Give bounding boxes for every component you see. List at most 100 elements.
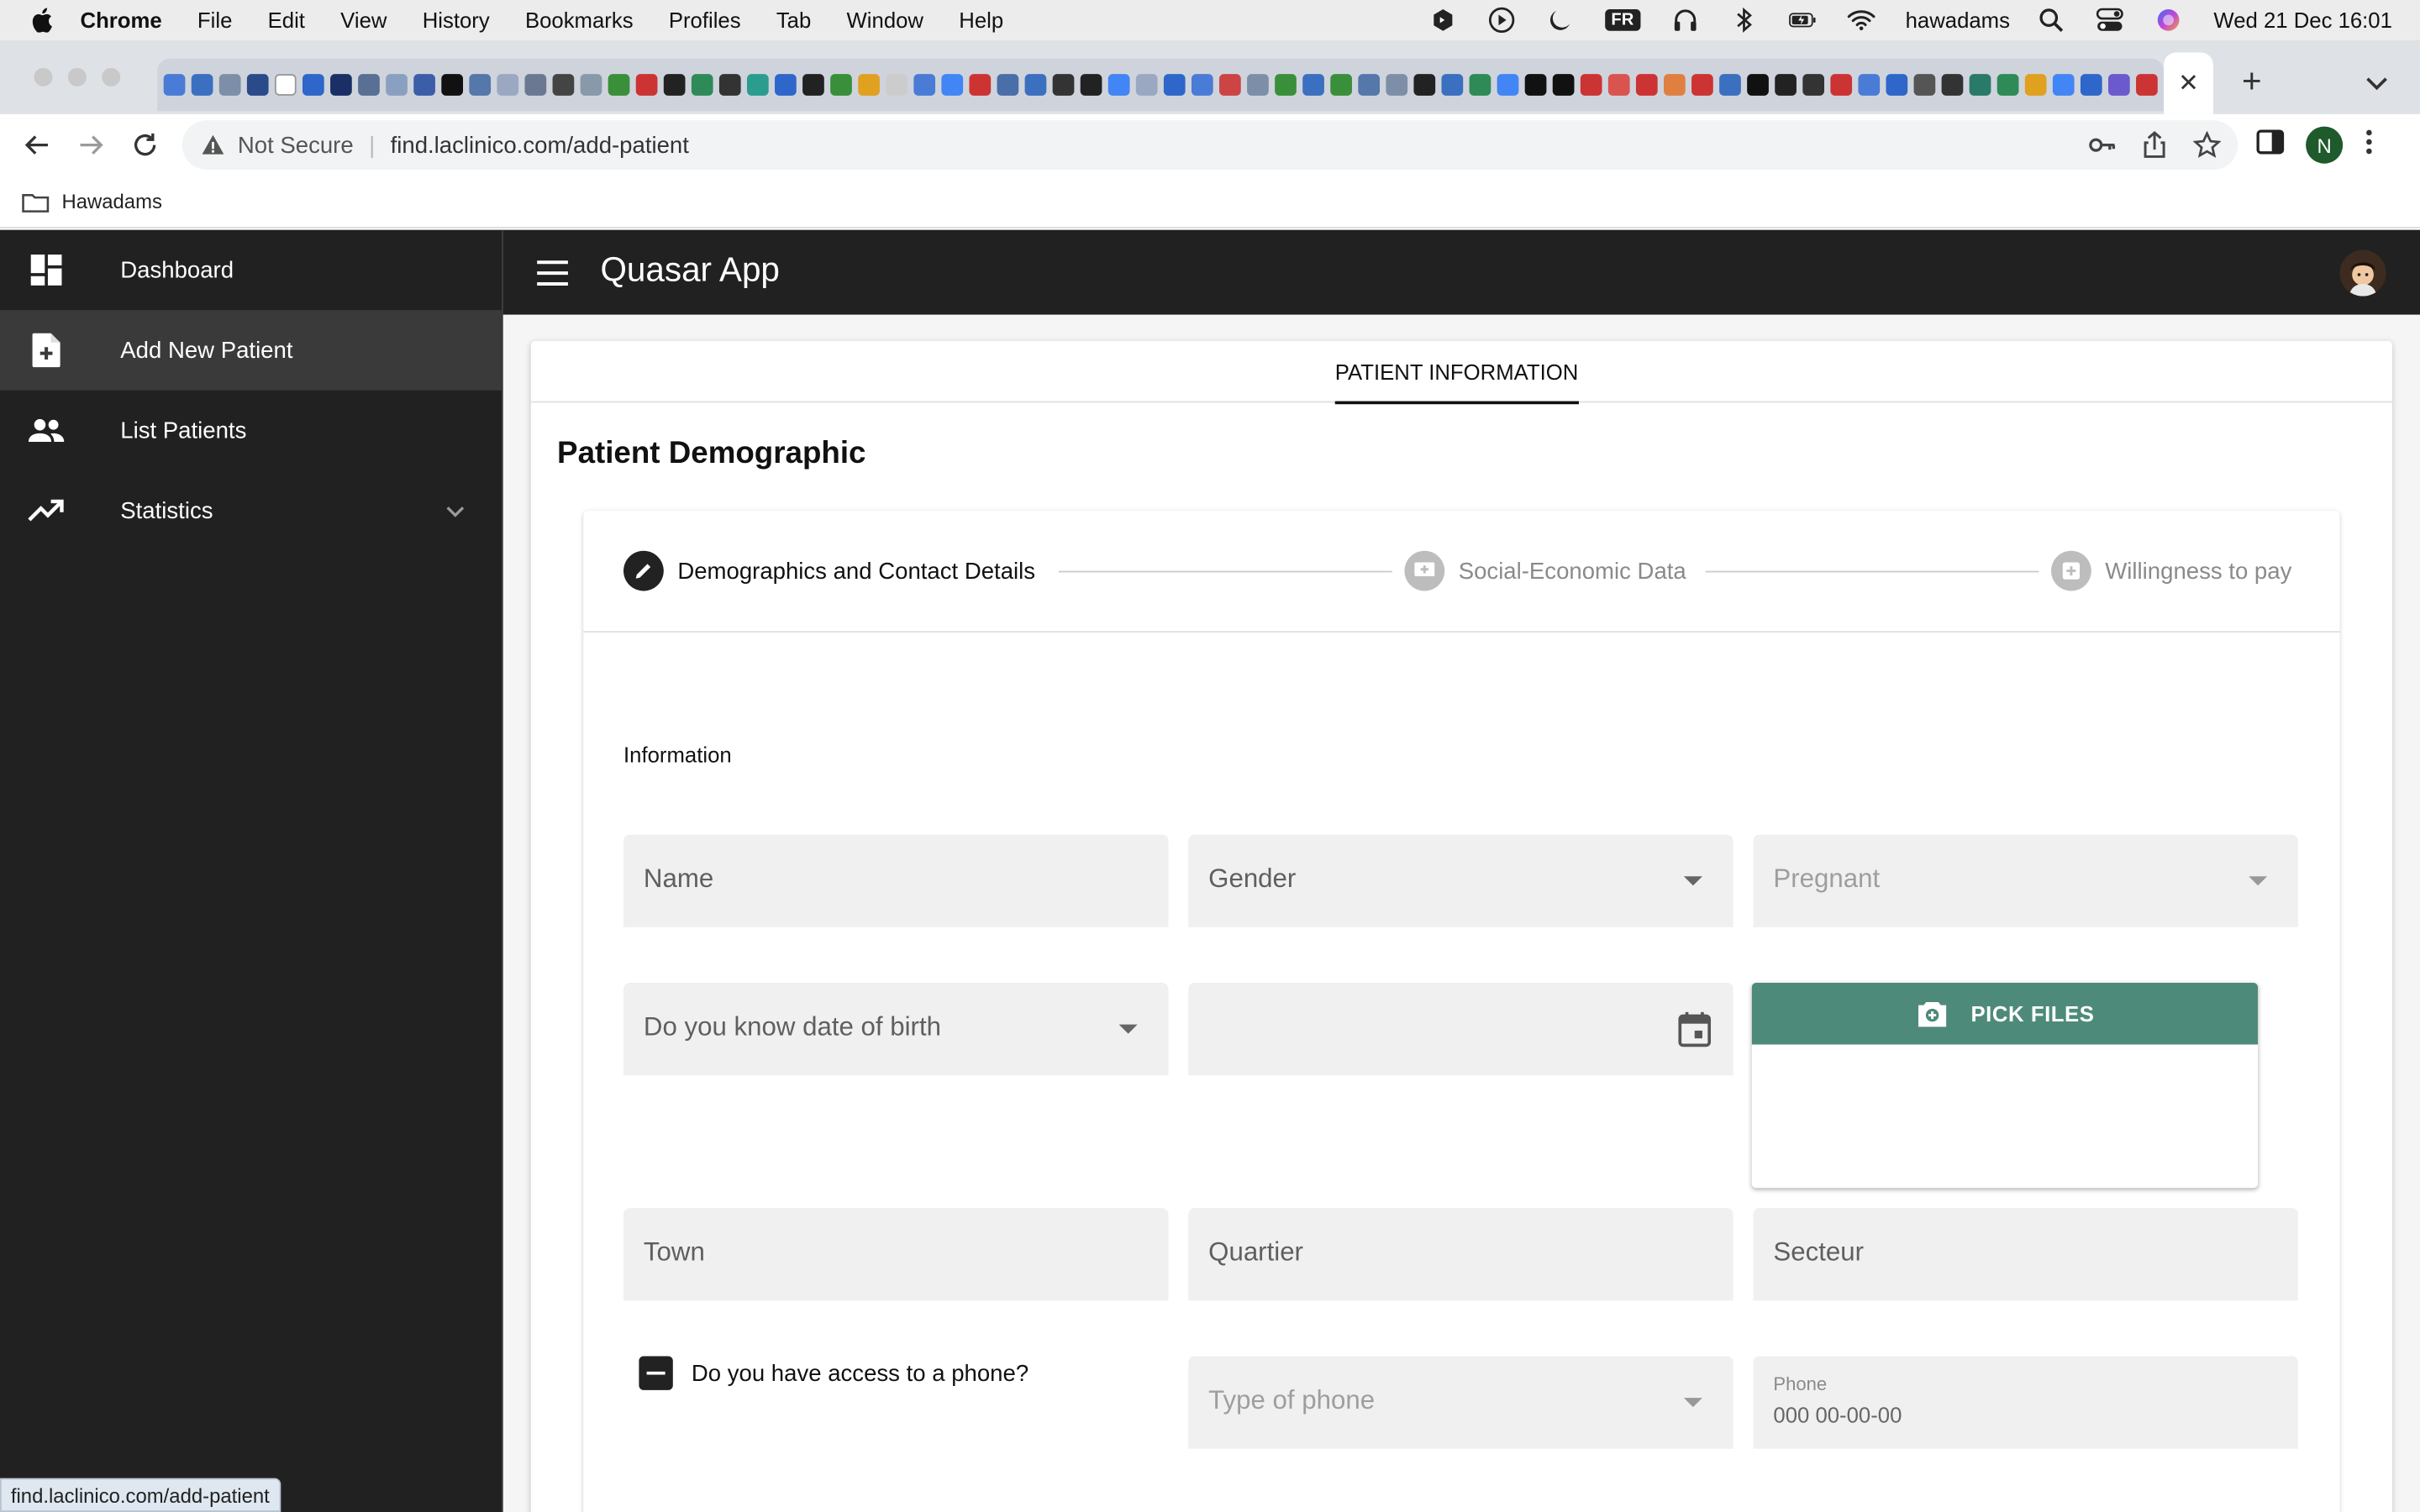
tab-favicon-icon[interactable] (2107, 74, 2130, 96)
date-of-birth-field[interactable] (1188, 983, 1733, 1076)
tab-favicon-icon[interactable] (1524, 74, 1547, 96)
tab-favicon-icon[interactable] (580, 74, 602, 96)
phone-access-checkbox[interactable]: Do you have access to a phone? (639, 1356, 1028, 1390)
tab-patient-information[interactable]: PATIENT INFORMATION (1334, 341, 1579, 405)
tab-favicon-icon[interactable] (1302, 74, 1324, 96)
tab-favicon-icon[interactable] (941, 74, 964, 96)
sidebar-item-statistics[interactable]: Statistics (0, 470, 502, 551)
tab-favicon-icon[interactable] (746, 74, 769, 96)
tab-favicon-icon[interactable] (386, 74, 408, 96)
tab-favicon-icon[interactable] (1163, 74, 1186, 96)
siri-icon[interactable] (2155, 6, 2183, 34)
tab-favicon-icon[interactable] (1941, 74, 1964, 96)
menu-edit[interactable]: Edit (268, 8, 305, 32)
tab-favicon-icon[interactable] (1607, 74, 1630, 96)
town-field[interactable]: Town (623, 1208, 1169, 1301)
tab-favicon-icon[interactable] (691, 74, 713, 96)
phone-field[interactable]: Phone 000 00-00-00 (1753, 1356, 2298, 1449)
sidebar-item-add-new-patient[interactable]: Add New Patient (0, 310, 502, 391)
know-date-of-birth-select[interactable]: Do you know date of birth (623, 983, 1169, 1076)
tab-favicon-icon[interactable] (1969, 74, 1991, 96)
tab-favicon-icon[interactable] (858, 74, 880, 96)
tab-favicon-icon[interactable] (1247, 74, 1269, 96)
tab-favicon-icon[interactable] (1080, 74, 1102, 96)
tab-favicon-icon[interactable] (413, 74, 435, 96)
apple-logo-icon[interactable] (31, 8, 53, 33)
sidebar-item-dashboard[interactable]: Dashboard (0, 230, 502, 311)
tab-favicon-icon[interactable] (358, 74, 380, 96)
tab-favicon-icon[interactable] (1996, 74, 2019, 96)
close-window-button[interactable] (34, 67, 53, 87)
type-of-phone-select[interactable]: Type of phone (1188, 1356, 1733, 1449)
moon-icon[interactable] (1546, 6, 1574, 34)
step-social-economic[interactable]: Social-Economic Data (1404, 550, 1686, 591)
step-willingness-to-pay[interactable]: Willingness to pay (2051, 550, 2291, 591)
tab-favicon-icon[interactable] (1719, 74, 1741, 96)
tab-favicon-icon[interactable] (2052, 74, 2075, 96)
indeterminate-checkbox-icon[interactable] (639, 1356, 673, 1390)
tab-favicon-icon[interactable] (2024, 74, 2047, 96)
tab-favicon-icon[interactable] (1691, 74, 1713, 96)
forward-button[interactable] (72, 127, 109, 164)
kebab-menu-icon[interactable] (2365, 128, 2374, 163)
close-tab-icon[interactable]: ✕ (2178, 68, 2199, 99)
tab-favicon-icon[interactable] (1107, 74, 1130, 96)
menu-profiles[interactable]: Profiles (669, 8, 741, 32)
active-tab[interactable]: ✕ (2164, 52, 2213, 114)
reload-button[interactable] (127, 127, 164, 164)
url-text[interactable]: find.laclinico.com/add-patient (391, 132, 689, 158)
tab-favicon-icon[interactable] (497, 74, 519, 96)
tab-favicon-icon[interactable] (1775, 74, 1797, 96)
sidebar-item-list-patients[interactable]: List Patients (0, 391, 502, 471)
side-panel-icon[interactable] (2256, 129, 2285, 161)
back-button[interactable] (18, 127, 55, 164)
tab-favicon-icon[interactable] (1413, 74, 1436, 96)
gender-select[interactable]: Gender (1188, 834, 1733, 927)
menu-history[interactable]: History (423, 8, 490, 32)
pick-files-button[interactable]: PICK FILES (1751, 983, 2259, 1045)
spotlight-search-icon[interactable] (2038, 6, 2065, 34)
bookmark-star-icon[interactable] (2191, 129, 2223, 160)
tab-favicon-icon[interactable] (218, 74, 241, 96)
tab-favicon-icon[interactable] (1386, 74, 1408, 96)
tab-favicon-icon[interactable] (1664, 74, 1686, 96)
tab-favicon-icon[interactable] (608, 74, 630, 96)
tab-favicon-icon[interactable] (1580, 74, 1602, 96)
tab-favicon-icon[interactable] (1275, 74, 1297, 96)
tab-favicon-icon[interactable] (1802, 74, 1825, 96)
bluetooth-icon[interactable] (1729, 6, 1757, 34)
tab-favicon-icon[interactable] (524, 74, 547, 96)
hamburger-menu-icon[interactable] (534, 255, 571, 291)
menu-app-name[interactable]: Chrome (81, 8, 162, 32)
tab-favicon-icon[interactable] (997, 74, 1019, 96)
tab-favicon-icon[interactable] (1913, 74, 1936, 96)
tab-favicon-icon[interactable] (274, 74, 297, 96)
wifi-icon[interactable] (1846, 6, 1875, 34)
tab-favicon-icon[interactable] (663, 74, 686, 96)
tab-favicon-icon[interactable] (1497, 74, 1519, 96)
security-label[interactable]: Not Secure (238, 132, 354, 158)
tab-favicon-icon[interactable] (1635, 74, 1658, 96)
tab-favicon-icon[interactable] (775, 74, 797, 96)
tab-favicon-icon[interactable] (1135, 74, 1158, 96)
tab-search-button[interactable] (2359, 65, 2396, 102)
password-key-icon[interactable] (2086, 129, 2118, 160)
calendar-icon[interactable] (1678, 1011, 1712, 1047)
share-icon[interactable] (2139, 129, 2170, 160)
tab-favicon-icon[interactable] (718, 74, 741, 96)
menu-help[interactable]: Help (959, 8, 1003, 32)
tab-favicon-icon[interactable] (913, 74, 936, 96)
tab-favicon-icon[interactable] (1552, 74, 1575, 96)
tab-favicon-icon[interactable] (246, 74, 269, 96)
file-uploader[interactable]: PICK FILES (1751, 983, 2259, 1189)
tab-favicon-icon[interactable] (635, 74, 658, 96)
tab-favicon-icon[interactable] (802, 74, 824, 96)
tab-favicon-icon[interactable] (830, 74, 852, 96)
tab-favicon-icon[interactable] (1886, 74, 1908, 96)
shortcut-extension-icon[interactable] (1429, 6, 1457, 34)
tab-favicon-icon[interactable] (441, 74, 464, 96)
tab-favicon-icon[interactable] (1441, 74, 1464, 96)
control-center-icon[interactable] (2096, 6, 2124, 34)
tab-favicon-icon[interactable] (1469, 74, 1491, 96)
tab-favicon-icon[interactable] (302, 74, 324, 96)
